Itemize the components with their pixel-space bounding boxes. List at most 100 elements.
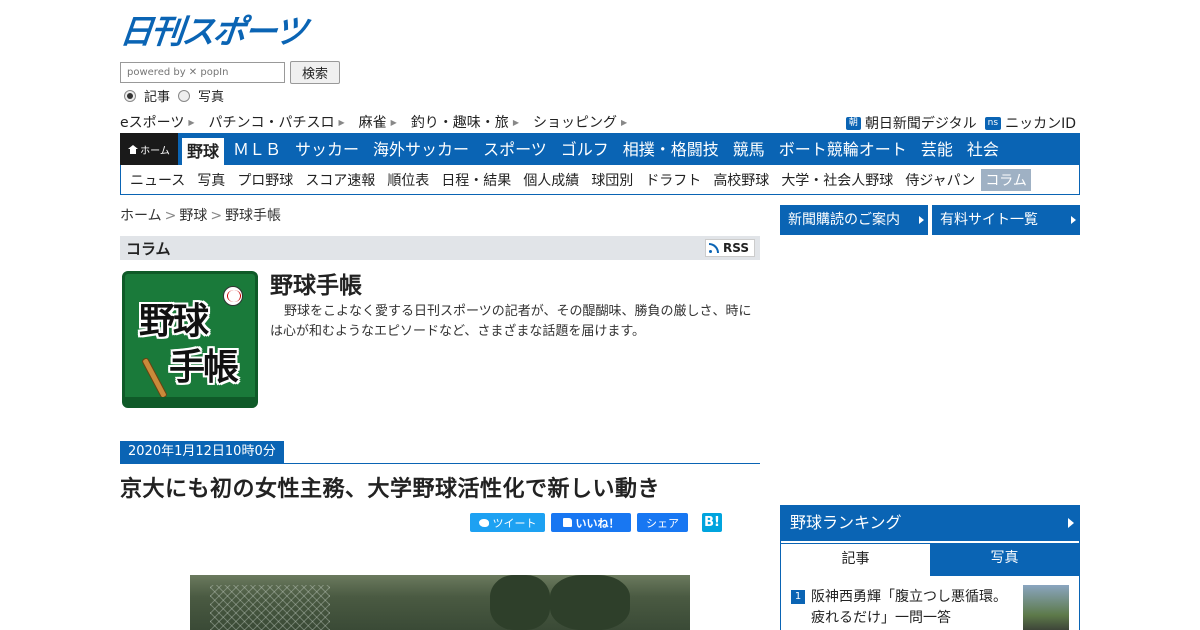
section-title: コラム (126, 239, 171, 258)
subnav-schedule[interactable]: 日程・結果 (435, 170, 517, 190)
sub-links: eスポーツ ▶ パチンコ・パチスロ ▶ 麻雀 ▶ 釣り・趣味・旅 ▶ ショッピング ▶ 朝… (120, 112, 1080, 133)
subnav-photo[interactable]: 写真 (191, 170, 231, 190)
subnav-pro-baseball[interactable]: プロ野球 (231, 170, 299, 190)
nav-sumo[interactable]: 相撲・格闘技 (616, 133, 726, 165)
nav-keiba[interactable]: 競馬 (726, 133, 772, 165)
article-headline: 京大にも初の女性主務、大学野球活性化で新しい動き (120, 477, 661, 502)
nav-baseball[interactable]: 野球 (182, 138, 225, 165)
search-type: 記事 写真 (124, 86, 232, 105)
chevron-right-icon (919, 216, 924, 224)
sublink-label: パチンコ・パチスロ (208, 115, 335, 131)
article-date-bar: 2020年1月12日10時0分 (120, 441, 760, 464)
breadcrumb-baseball[interactable]: 野球 (179, 208, 207, 224)
sublink-shopping[interactable]: ショッピング ▶ (533, 112, 627, 132)
paid-sites-button[interactable]: 有料サイト一覧 (932, 205, 1080, 235)
partner-links: 朝 朝日新聞デジタル ns ニッカンID (838, 113, 1076, 133)
ranking-thumbnail[interactable] (1023, 585, 1069, 630)
sublink-esports[interactable]: eスポーツ ▶ (120, 112, 195, 132)
share-button[interactable]: シェア (637, 513, 688, 532)
link-asahi-label: 朝日新聞デジタル (864, 116, 977, 132)
arrow-icon: ▶ (188, 117, 195, 127)
nav-home[interactable]: ホーム (120, 133, 178, 165)
tab-articles[interactable]: 記事 (781, 543, 930, 576)
sub-nav: ニュース 写真 プロ野球 スコア速報 順位表 日程・結果 個人成績 球団別 ドラ… (120, 165, 1080, 195)
subnav-score[interactable]: スコア速報 (299, 170, 381, 190)
sublink-mahjong[interactable]: 麻雀 ▶ (359, 112, 397, 132)
subnav-news[interactable]: ニュース (124, 170, 191, 190)
photo-net (210, 585, 330, 630)
search-input[interactable] (120, 61, 285, 83)
rss-label: RSS (723, 241, 749, 255)
subnav-draft[interactable]: ドラフト (639, 170, 707, 190)
thumbs-up-icon (562, 518, 572, 527)
column-description: 野球をこよなく愛する日刊スポーツの記者が、その醍醐味、勝負の厳しさ、時には心が和… (270, 304, 752, 339)
nav-boat[interactable]: ボート競輪オート (772, 133, 914, 165)
article-photo (190, 575, 690, 630)
photo-tree (550, 575, 630, 630)
link-nikkan-id[interactable]: ns ニッカンID (984, 113, 1076, 133)
home-icon (128, 144, 139, 154)
radio-article-label: 記事 (144, 90, 171, 105)
nav-golf[interactable]: ゴルフ (554, 133, 616, 165)
radio-article[interactable] (124, 89, 136, 102)
subnav-samurai[interactable]: 侍ジャパン (899, 170, 981, 190)
subscription-button[interactable]: 新聞購読のご案内 (780, 205, 928, 235)
column-logo-image: 野球 手帳 (122, 271, 258, 408)
baseball-icon (223, 286, 243, 306)
sublink-label: 麻雀 (358, 115, 387, 131)
hatena-bookmark-button[interactable]: B! (702, 513, 722, 532)
link-asahi[interactable]: 朝 朝日新聞デジタル (845, 113, 977, 133)
nav-mlb[interactable]: ＭＬＢ (226, 133, 288, 165)
nav-entertainment[interactable]: 芸能 (914, 133, 960, 165)
twitter-icon (478, 518, 489, 527)
rank-number: 1 (791, 590, 805, 604)
arrow-icon: ▶ (390, 117, 397, 127)
sublink-fishing[interactable]: 釣り・趣味・旅 ▶ (411, 112, 519, 132)
search-button[interactable]: 検索 (290, 60, 340, 84)
main-nav: ホーム 野球 ＭＬＢ サッカー 海外サッカー スポーツ ゴルフ 相撲・格闘技 競… (120, 133, 1080, 165)
breadcrumb-separator: > (210, 208, 223, 224)
article-date: 2020年1月12日10時0分 (120, 441, 284, 463)
sublink-label: 釣り・趣味・旅 (410, 115, 509, 131)
nav-home-label: ホーム (140, 145, 170, 157)
radio-photo[interactable] (178, 89, 191, 102)
subnav-highschool[interactable]: 高校野球 (707, 170, 775, 190)
like-button[interactable]: いいね！ (551, 513, 631, 532)
sublink-label: eスポーツ (120, 115, 185, 131)
asahi-icon: 朝 (845, 116, 861, 130)
subnav-standings[interactable]: 順位表 (381, 170, 435, 190)
site-logo[interactable]: 日刊スポーツ (118, 12, 320, 52)
nav-world-soccer[interactable]: 海外サッカー (366, 133, 476, 165)
nav-soccer[interactable]: サッカー (288, 133, 366, 165)
breadcrumb-column[interactable]: 野球手帳 (225, 208, 281, 224)
subnav-column[interactable]: コラム (981, 168, 1031, 191)
share-buttons: ツイート いいね！ シェア B! (470, 513, 728, 532)
ranking-title: 野球ランキング (790, 513, 902, 532)
chevron-right-icon (1068, 518, 1074, 528)
nav-society[interactable]: 社会 (960, 133, 1006, 165)
ranking-item[interactable]: 1 阪神西勇輝「腹立つし悪循環。疲れるだけ」一問一答 (791, 587, 1011, 629)
column-title: 野球手帳 (270, 273, 362, 299)
sublink-pachinko[interactable]: パチンコ・パチスロ ▶ (209, 112, 345, 132)
column-logo-text-2: 手帳 (169, 347, 239, 388)
breadcrumb-home[interactable]: ホーム (120, 208, 162, 224)
photo-tree (490, 575, 550, 630)
page: 日刊スポーツ 検索 記事 写真 eスポーツ▶ パチンコ・パチスロ▶ 麻雀▶ 釣り… (118, 0, 1080, 630)
ranking-box: 記事 写真 1 阪神西勇輝「腹立つし悪循環。疲れるだけ」一問一答 (780, 541, 1080, 630)
subnav-teams[interactable]: 球団別 (585, 170, 639, 190)
ranking-header[interactable]: 野球ランキング (780, 505, 1080, 541)
section-header: コラム RSS (120, 236, 760, 260)
like-label: いいね！ (575, 516, 620, 530)
nav-sports[interactable]: スポーツ (476, 133, 554, 165)
subnav-college[interactable]: 大学・社会人野球 (775, 170, 899, 190)
book-spine (125, 397, 255, 405)
subnav-stats[interactable]: 個人成績 (517, 170, 585, 190)
rss-button[interactable]: RSS (705, 239, 755, 257)
tweet-button[interactable]: ツイート (470, 513, 545, 532)
radio-photo-label: 写真 (198, 90, 225, 105)
column-logo-text-1: 野球 (139, 301, 209, 342)
tab-photos[interactable]: 写真 (930, 543, 1079, 576)
ranking-tabs: 記事 写真 (781, 543, 1079, 576)
chevron-right-icon (1071, 216, 1076, 224)
search-bar: 検索 (120, 60, 340, 84)
